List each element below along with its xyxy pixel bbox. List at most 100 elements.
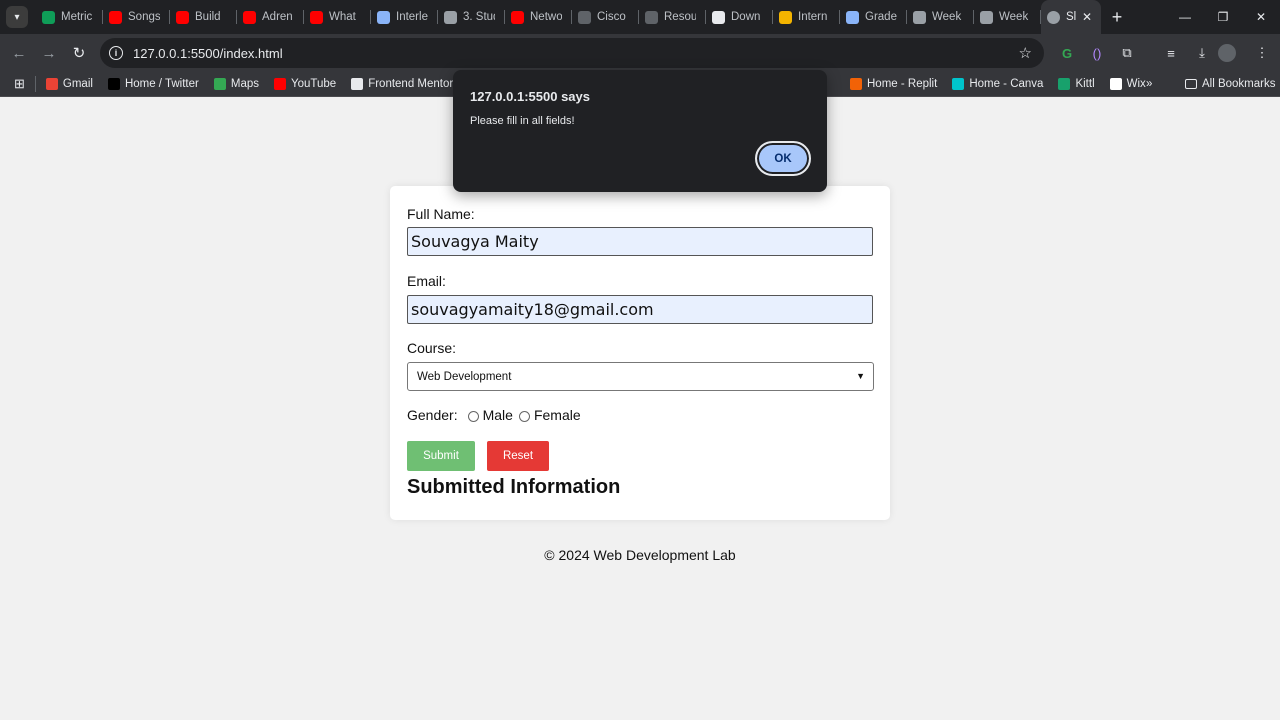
tab-title: Down xyxy=(731,11,761,23)
bookmark-label: Home / Twitter xyxy=(124,78,199,90)
submitted-info-heading: Submitted Information xyxy=(407,476,621,498)
tab-item[interactable]: Netwo xyxy=(505,0,572,34)
male-radio[interactable] xyxy=(467,410,479,422)
close-window-icon[interactable]: ✕ xyxy=(1242,0,1280,34)
tab-item[interactable]: Week xyxy=(974,0,1041,34)
more-bookmarks-button[interactable]: » xyxy=(1146,78,1152,90)
bookmark-item[interactable]: Home - Canva xyxy=(952,78,1043,90)
bookmark-label: Kittl xyxy=(1075,78,1095,90)
youtube-icon xyxy=(109,10,122,24)
replit-icon xyxy=(850,78,862,90)
ok-button[interactable]: OK xyxy=(755,141,811,176)
tab-item[interactable]: 3. Stud xyxy=(438,0,505,34)
email-input[interactable]: souvagyamaity18@gmail.com xyxy=(407,295,873,324)
tab-item[interactable]: Intern xyxy=(773,0,840,34)
email-label: Email: xyxy=(407,273,446,289)
new-tab-button[interactable]: + xyxy=(1103,3,1131,31)
bookmark-item[interactable]: Wix xyxy=(1109,78,1146,90)
tab-item[interactable]: Build xyxy=(170,0,237,34)
shield-icon xyxy=(779,10,792,24)
tab-item[interactable]: Down xyxy=(706,0,773,34)
male-option-label[interactable]: Male xyxy=(483,407,513,423)
course-selected-value: Web Development xyxy=(417,370,512,383)
bookmark-label: YouTube xyxy=(290,78,337,90)
tab-item[interactable]: Songs xyxy=(103,0,170,34)
globe-icon xyxy=(913,10,926,24)
female-option-label[interactable]: Female xyxy=(534,407,581,423)
bookmark-item[interactable]: Gmail xyxy=(45,78,93,90)
bookmark-item[interactable]: Kittl xyxy=(1058,78,1095,90)
divider xyxy=(34,76,36,92)
all-bookmarks-label: All Bookmarks xyxy=(1202,78,1276,90)
reload-icon[interactable]: ↻ xyxy=(64,38,94,68)
registration-form: Full Name: Souvagya Maity Email: souvagy… xyxy=(390,186,890,520)
kittl-icon xyxy=(1058,78,1071,90)
youtube-icon xyxy=(273,78,286,90)
tab-title: Week xyxy=(932,11,962,23)
browser-menu-icon[interactable]: ⋮ xyxy=(1249,40,1275,66)
back-icon[interactable]: ← xyxy=(4,38,34,68)
tab-item[interactable]: What xyxy=(304,0,371,34)
address-bar[interactable]: i 127.0.0.1:5500/index.html ☆ xyxy=(100,38,1044,68)
bookmark-star-icon[interactable]: ☆ xyxy=(1019,44,1032,62)
bookmark-item[interactable]: YouTube xyxy=(273,78,337,90)
tab-title: Cisco xyxy=(597,11,626,23)
reset-button[interactable]: Reset xyxy=(487,441,549,471)
downloads-icon[interactable]: ⤓ xyxy=(1189,40,1215,66)
youtube-icon xyxy=(310,10,323,24)
bookmark-label: Home - Replit xyxy=(867,78,938,90)
bookmark-item[interactable]: Maps xyxy=(213,78,259,90)
grammarly-icon[interactable]: G xyxy=(1054,40,1080,66)
forward-icon[interactable]: → xyxy=(34,38,64,68)
tab-search-icon[interactable]: ▾ xyxy=(6,6,28,28)
minimize-icon[interactable]: — xyxy=(1166,0,1204,34)
youtube-icon xyxy=(176,10,189,24)
profile-avatar[interactable] xyxy=(1218,44,1236,62)
globe-icon xyxy=(980,10,993,24)
maximize-icon[interactable]: ❐ xyxy=(1204,0,1242,34)
folder-icon xyxy=(1185,79,1197,89)
tab-item[interactable]: Adren xyxy=(237,0,304,34)
cisco-icon xyxy=(578,10,591,24)
tab-strip: ▾ Metric Songs Build Adren What Interle 3. Stu… xyxy=(0,0,1280,34)
page-footer: © 2024 Web Development Lab xyxy=(544,547,736,563)
bookmark-label: Wix xyxy=(1126,78,1146,90)
window-controls: — ❐ ✕ xyxy=(1166,0,1280,34)
gender-group: Gender: Male Female xyxy=(407,407,581,423)
apps-grid-icon[interactable]: ⊞ xyxy=(14,76,25,92)
bookmark-item[interactable]: Frontend Mentor |... xyxy=(351,78,469,90)
bookmark-item[interactable]: Home - Replit xyxy=(850,78,937,90)
site-info-icon[interactable]: i xyxy=(109,46,123,60)
full-name-input[interactable]: Souvagya Maity xyxy=(407,227,873,256)
tab-item[interactable]: Week xyxy=(907,0,974,34)
wix-icon xyxy=(1109,78,1122,90)
female-radio[interactable] xyxy=(518,410,530,422)
tab-title: Resou xyxy=(664,11,696,23)
tab-title: Interle xyxy=(396,11,428,23)
submit-button[interactable]: Submit xyxy=(407,441,475,471)
close-tab-icon[interactable]: ✕ xyxy=(1082,10,1092,24)
tab-item[interactable]: Interle xyxy=(371,0,438,34)
tab-item[interactable]: Cisco xyxy=(572,0,639,34)
extensions-puzzle-icon[interactable]: ⧉ xyxy=(1114,40,1140,66)
bookmarks-right: Home - Replit Home - Canva Kittl Wix xyxy=(850,78,1161,90)
tab-title: Songs xyxy=(128,11,160,23)
tab-title: Build xyxy=(195,11,221,23)
maps-icon xyxy=(213,78,226,90)
browser-toolbar: ← → ↻ i 127.0.0.1:5500/index.html ☆ G ()… xyxy=(0,34,1280,72)
map-pin-icon xyxy=(42,10,55,24)
tab-item[interactable]: Metric xyxy=(36,0,103,34)
url-text[interactable]: 127.0.0.1:5500/index.html xyxy=(133,46,283,61)
download-icon xyxy=(712,10,725,24)
globe-icon xyxy=(444,10,457,24)
media-controls-icon[interactable]: ≡ xyxy=(1158,40,1184,66)
tab-active[interactable]: Sl ✕ xyxy=(1041,0,1101,34)
bookmark-item[interactable]: Home / Twitter xyxy=(107,78,199,90)
tab-item[interactable]: Grade xyxy=(840,0,907,34)
tab-item[interactable]: Resou xyxy=(639,0,706,34)
extension-brackets-icon[interactable]: () xyxy=(1084,40,1110,66)
all-bookmarks-button[interactable]: All Bookmarks xyxy=(1185,78,1276,90)
tab-title: Grade xyxy=(865,11,897,23)
course-select[interactable]: Web Development ▼ xyxy=(407,362,874,391)
gmail-icon xyxy=(45,78,58,90)
